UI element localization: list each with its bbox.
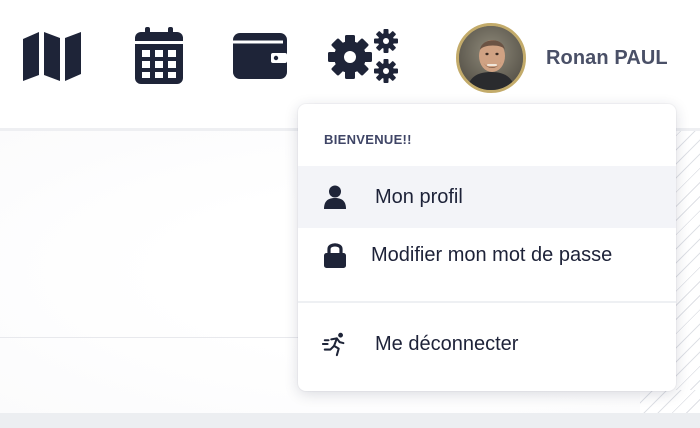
dropdown-header: BIENVENUE!! [324, 132, 412, 147]
menu-item-label: Modifier mon mot de passe [371, 243, 613, 266]
avatar[interactable] [456, 23, 526, 93]
settings-button[interactable] [328, 26, 398, 86]
map-button[interactable] [20, 26, 84, 86]
menu-item-logout[interactable]: Me déconnecter [298, 313, 676, 375]
wallet-button[interactable] [228, 26, 292, 86]
calendar-button[interactable] [127, 26, 191, 86]
page: Ronan PAUL BIENVENUE!! Mon profil Modifi… [0, 0, 700, 428]
menu-item-label: Me déconnecter [375, 332, 519, 355]
menu-item-profile[interactable]: Mon profil [298, 166, 676, 228]
running-person-icon [322, 331, 348, 357]
user-dropdown-menu: BIENVENUE!! Mon profil Modifier mon mot … [298, 104, 676, 391]
map-icon [21, 31, 83, 81]
lock-icon [322, 242, 348, 268]
menu-divider [298, 301, 676, 303]
bottom-band [0, 413, 700, 428]
user-menu-toggle[interactable]: Ronan PAUL [456, 20, 668, 96]
menu-item-label: Mon profil [375, 185, 463, 208]
menu-item-change-password[interactable]: Modifier mon mot de passe [298, 224, 676, 286]
user-icon [322, 184, 348, 210]
user-name[interactable]: Ronan PAUL [546, 47, 668, 70]
wallet-icon [231, 31, 289, 81]
gears-icon [326, 27, 402, 85]
calendar-icon [134, 27, 184, 85]
